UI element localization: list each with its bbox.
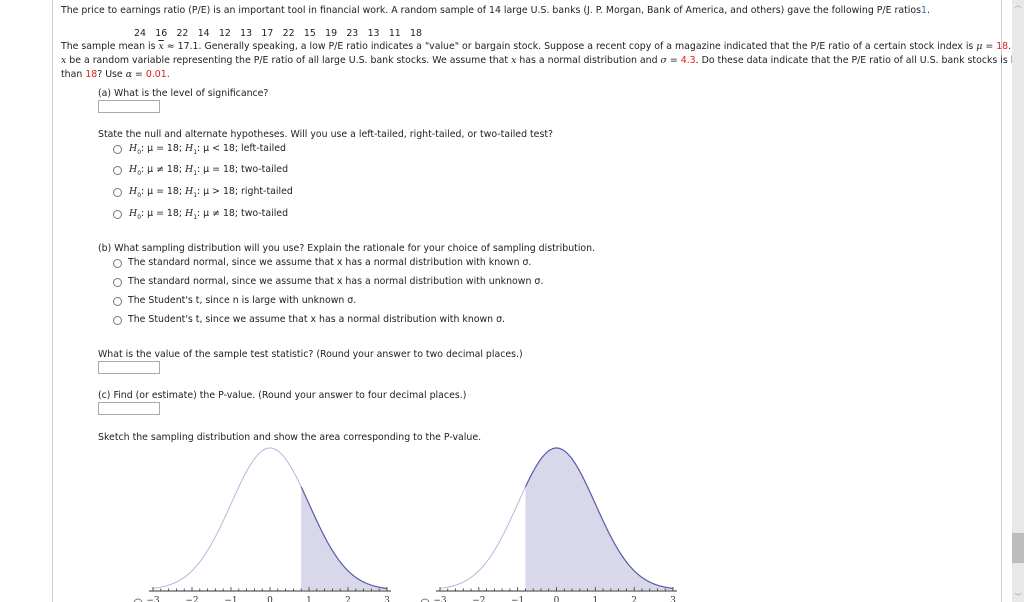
sample-values: 24 16 22 14 12 13 17 22 15 19 23 13 11 18 bbox=[134, 27, 431, 40]
sample-value: 23 bbox=[346, 28, 359, 39]
p-value-shaded-area bbox=[525, 448, 673, 590]
part-a-question: (a) What is the level of significance? bbox=[98, 88, 269, 99]
x-tick-label: 3 bbox=[670, 596, 676, 602]
distribution-radio[interactable] bbox=[113, 297, 122, 306]
distribution-option-label: The Student's t, since n is large with u… bbox=[128, 295, 357, 306]
hypothesis-option-label: H0: μ = 18; H1: μ ≠ 18; two-tailed bbox=[129, 208, 289, 221]
normal-curve-option-1[interactable]: −3 −2 −1 0 1 2 3 bbox=[120, 440, 400, 602]
alpha-value: 0.01 bbox=[145, 69, 167, 80]
x-tick-label: −1 bbox=[511, 596, 524, 602]
sample-value: 13 bbox=[240, 28, 253, 39]
hypothesis-option-label: H0: μ ≠ 18; H1: μ = 18; two-tailed bbox=[129, 164, 289, 177]
p-value-shaded-area bbox=[301, 486, 387, 590]
normal-curve-line bbox=[439, 486, 526, 589]
significance-level-input[interactable] bbox=[98, 100, 160, 113]
x-tick-label: −1 bbox=[224, 596, 237, 602]
x-tick-label: 1 bbox=[306, 596, 312, 602]
sample-value: 12 bbox=[218, 28, 231, 39]
hypothesis-radio[interactable] bbox=[113, 166, 122, 175]
x-tick-label: 3 bbox=[384, 596, 390, 602]
hypothesis-option-label: H0: μ = 18; H1: μ < 18; left-tailed bbox=[129, 143, 286, 156]
x-tick-label: −2 bbox=[185, 596, 198, 602]
x-tick-label: 0 bbox=[554, 596, 560, 602]
problem-intro: The price to earnings ratio (P/E) is an … bbox=[61, 5, 930, 16]
sample-value: 16 bbox=[155, 28, 168, 39]
x-tick-label: −2 bbox=[472, 596, 485, 602]
normal-curve-option-2[interactable]: −3 −2 −1 0 1 2 3 bbox=[410, 440, 700, 602]
hypothesis-option-label: H0: μ = 18; H1: μ > 18; right-tailed bbox=[129, 186, 293, 199]
hypothesis-radio[interactable] bbox=[113, 145, 122, 154]
sample-value: 14 bbox=[197, 28, 210, 39]
distribution-option-label: The Student's t, since we assume that x … bbox=[128, 314, 506, 325]
problem-line-1: The sample mean is x ≈ 17.1. Generally s… bbox=[61, 41, 1024, 52]
test-statistic-question: What is the value of the sample test sta… bbox=[98, 349, 523, 360]
distribution-option-label: The standard normal, since we assume tha… bbox=[128, 257, 532, 268]
x-tick-label: −3 bbox=[433, 596, 447, 602]
problem-line-2: x be a random variable representing the … bbox=[61, 55, 1024, 66]
sample-value: 17 bbox=[261, 28, 274, 39]
sample-value: 22 bbox=[282, 28, 295, 39]
vertical-scrollbar[interactable]: ︿ ﹀ bbox=[1012, 0, 1024, 602]
part-b-question: (b) What sampling distribution will you … bbox=[98, 243, 596, 254]
normal-curve-line bbox=[152, 447, 302, 589]
mu-value: 18 bbox=[996, 41, 1009, 52]
sample-value: 13 bbox=[367, 28, 380, 39]
distribution-radio[interactable] bbox=[113, 316, 122, 325]
sample-value: 22 bbox=[176, 28, 189, 39]
sample-value: 15 bbox=[303, 28, 316, 39]
sigma-value: 4.3 bbox=[680, 55, 696, 66]
scroll-down-icon[interactable]: ﹀ bbox=[1012, 592, 1024, 602]
x-tick-label: −3 bbox=[146, 596, 160, 602]
scroll-thumb[interactable] bbox=[1012, 533, 1024, 563]
test-statistic-input[interactable] bbox=[98, 361, 160, 374]
problem-line-3: than 18? Use α = 0.01. bbox=[61, 69, 170, 80]
sample-value: 19 bbox=[325, 28, 338, 39]
x-tick-label: 1 bbox=[592, 596, 598, 602]
distribution-option-label: The standard normal, since we assume tha… bbox=[128, 276, 544, 287]
x-tick-label: 2 bbox=[631, 596, 637, 602]
x-tick-label: 0 bbox=[267, 596, 273, 602]
sample-value: 11 bbox=[388, 28, 401, 39]
sample-value: 24 bbox=[134, 28, 146, 39]
scroll-up-icon[interactable]: ︿ bbox=[1012, 0, 1024, 10]
hypotheses-question: State the null and alternate hypotheses.… bbox=[98, 129, 553, 140]
part-c-question: (c) Find (or estimate) the P-value. (Rou… bbox=[98, 390, 467, 401]
sample-value: 18 bbox=[410, 28, 422, 39]
p-value-input[interactable] bbox=[98, 402, 160, 415]
hypothesis-radio[interactable] bbox=[113, 188, 122, 197]
x-tick-label: 2 bbox=[345, 596, 351, 602]
distribution-radio[interactable] bbox=[113, 259, 122, 268]
hypothesis-radio[interactable] bbox=[113, 210, 122, 219]
distribution-radio[interactable] bbox=[113, 278, 122, 287]
